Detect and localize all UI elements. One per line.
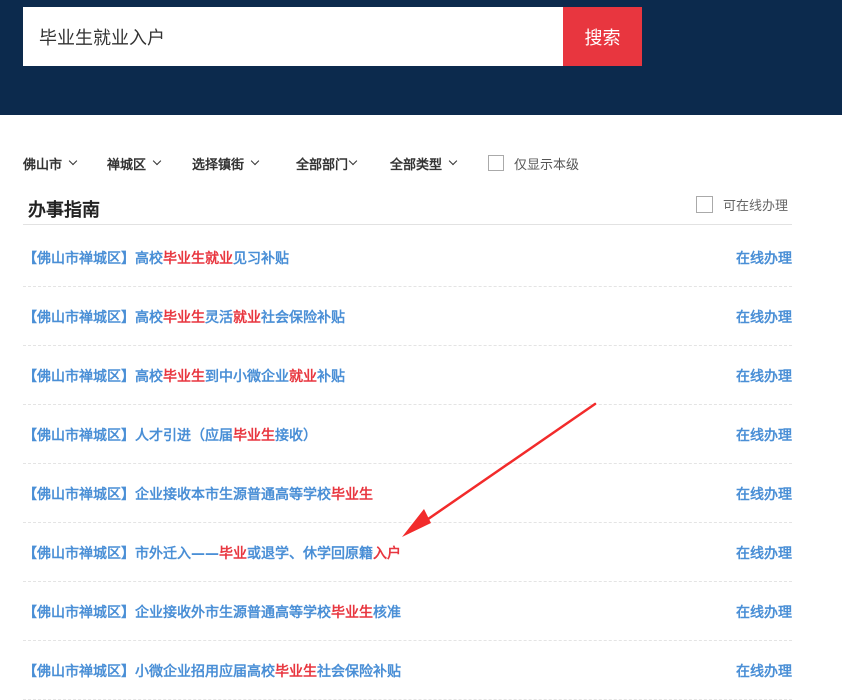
highlighted-keyword: 就业 [289, 369, 317, 385]
highlighted-keyword: 毕业生 [163, 310, 205, 326]
only-this-level-label: 仅显示本级 [514, 157, 580, 173]
guide-title-link[interactable]: 【佛山市禅城区】小微企业招用应届高校毕业生社会保险补贴 [23, 661, 401, 681]
city-dropdown[interactable]: 佛山市 [23, 154, 107, 173]
title-text: 【佛山市禅城区】企业接收外市生源普通高等学校 [23, 605, 331, 621]
top-search-bar: 搜索 [0, 0, 842, 115]
chevron-down-icon [152, 156, 162, 166]
highlighted-keyword: 毕业生 [233, 428, 275, 444]
section-title: 办事指南 [28, 200, 100, 221]
title-text: 【佛山市禅城区】小微企业招用应届高校 [23, 664, 275, 680]
department-label: 全部部门 [296, 157, 349, 173]
online-handle-link[interactable]: 在线办理 [736, 602, 792, 622]
title-text: 社会保险补贴 [261, 310, 345, 326]
guide-title-link[interactable]: 【佛山市禅城区】高校毕业生就业见习补贴 [23, 248, 289, 268]
type-label: 全部类型 [390, 157, 443, 173]
list-item: 【佛山市禅城区】人才引进（应届毕业生接收） 在线办理 [23, 405, 792, 464]
list-item: 【佛山市禅城区】高校毕业生灵活就业社会保险补贴 在线办理 [23, 287, 792, 346]
title-text: 【佛山市禅城区】企业接收本市生源普通高等学校 [23, 487, 331, 503]
guide-title-link[interactable]: 【佛山市禅城区】人才引进（应届毕业生接收） [23, 425, 317, 445]
filter-bar: 佛山市 禅城区 选择镇街 全部部门 全部类型 仅显示本级 [23, 150, 723, 176]
title-text: 【佛山市禅城区】高校 [23, 369, 163, 385]
highlighted-keyword: 毕业生就业 [163, 251, 233, 267]
title-text: 补贴 [317, 369, 345, 385]
district-label: 禅城区 [107, 157, 147, 173]
guide-title-link[interactable]: 【佛山市禅城区】市外迁入——毕业或退学、休学回原籍入户 [23, 543, 401, 563]
list-item: 【佛山市禅城区】小微企业招用应届高校毕业生社会保险补贴 在线办理 [23, 641, 792, 700]
online-handle-link[interactable]: 在线办理 [736, 248, 792, 268]
town-dropdown[interactable]: 选择镇街 [192, 154, 296, 173]
title-text: 见习补贴 [233, 251, 289, 267]
online-filter-toggle[interactable]: 可在线办理 [695, 195, 788, 214]
title-text: 接收） [275, 428, 317, 444]
town-label: 选择镇街 [192, 157, 245, 173]
list-item: 【佛山市禅城区】市外迁入——毕业或退学、休学回原籍入户 在线办理 [23, 523, 792, 582]
only-this-level-toggle[interactable]: 仅显示本级 [488, 154, 579, 173]
title-text: 社会保险补贴 [317, 664, 401, 680]
list-item: 【佛山市禅城区】企业接收外市生源普通高等学校毕业生核准 在线办理 [23, 582, 792, 641]
section-header: 办事指南 可在线办理 [23, 188, 792, 225]
chevron-down-icon [250, 156, 260, 166]
guide-list: 【佛山市禅城区】高校毕业生就业见习补贴 在线办理 【佛山市禅城区】高校毕业生灵活就业… [23, 228, 792, 700]
title-text: 或退学、休学回原籍 [247, 546, 373, 562]
title-text: 灵活 [205, 310, 233, 326]
chevron-down-icon [348, 156, 358, 166]
highlighted-keyword: 入户 [373, 546, 401, 562]
chevron-down-icon [68, 156, 78, 166]
title-text: 到中小微企业 [205, 369, 289, 385]
only-this-level-checkbox[interactable] [488, 155, 504, 171]
title-text: 【佛山市禅城区】高校 [23, 251, 163, 267]
title-text: 【佛山市禅城区】市外迁入—— [23, 546, 219, 562]
highlighted-keyword: 毕业生 [331, 487, 373, 503]
search-input[interactable] [23, 7, 563, 66]
highlighted-keyword: 毕业生 [331, 605, 373, 621]
guide-title-link[interactable]: 【佛山市禅城区】高校毕业生灵活就业社会保险补贴 [23, 307, 345, 327]
highlighted-keyword: 毕业生 [163, 369, 205, 385]
district-dropdown[interactable]: 禅城区 [107, 154, 192, 173]
list-item: 【佛山市禅城区】企业接收本市生源普通高等学校毕业生 在线办理 [23, 464, 792, 523]
highlighted-keyword: 毕业生 [275, 664, 317, 680]
guide-title-link[interactable]: 【佛山市禅城区】企业接收本市生源普通高等学校毕业生 [23, 484, 373, 504]
highlighted-keyword: 毕业 [219, 546, 247, 562]
online-handle-link[interactable]: 在线办理 [736, 425, 792, 445]
title-text: 【佛山市禅城区】高校 [23, 310, 163, 326]
guide-title-link[interactable]: 【佛山市禅城区】高校毕业生到中小微企业就业补贴 [23, 366, 345, 386]
city-label: 佛山市 [23, 157, 63, 173]
list-item: 【佛山市禅城区】高校毕业生到中小微企业就业补贴 在线办理 [23, 346, 792, 405]
department-dropdown[interactable]: 全部部门 [296, 154, 390, 173]
title-text: 【佛山市禅城区】人才引进（应届 [23, 428, 233, 444]
online-filter-label: 可在线办理 [722, 199, 788, 214]
chevron-down-icon [448, 156, 458, 166]
online-handle-link[interactable]: 在线办理 [736, 661, 792, 681]
title-text: 核准 [373, 605, 401, 621]
search-button[interactable]: 搜索 [563, 7, 642, 66]
online-handle-link[interactable]: 在线办理 [736, 366, 792, 386]
online-handle-link[interactable]: 在线办理 [736, 484, 792, 504]
online-handle-link[interactable]: 在线办理 [736, 307, 792, 327]
highlighted-keyword: 就业 [233, 310, 261, 326]
list-item: 【佛山市禅城区】高校毕业生就业见习补贴 在线办理 [23, 228, 792, 287]
online-handle-link[interactable]: 在线办理 [736, 543, 792, 563]
online-filter-checkbox[interactable] [695, 196, 713, 213]
guide-title-link[interactable]: 【佛山市禅城区】企业接收外市生源普通高等学校毕业生核准 [23, 602, 401, 622]
type-dropdown[interactable]: 全部类型 [390, 154, 488, 173]
